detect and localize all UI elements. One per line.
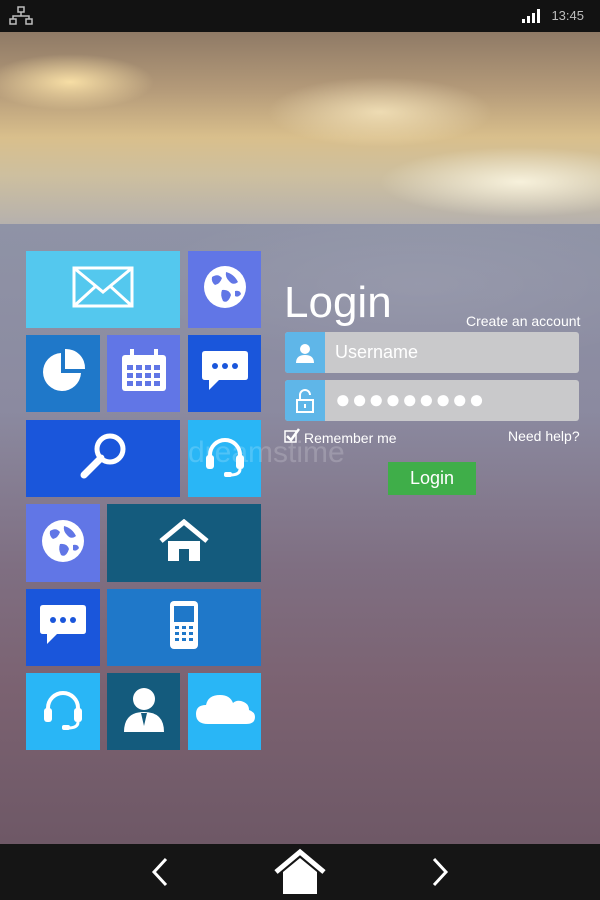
headset-icon (40, 686, 86, 737)
password-field[interactable]: ●●●●●●●●● (285, 380, 579, 421)
user-icon (122, 686, 166, 737)
password-value: ●●●●●●●●● (335, 384, 486, 414)
signal-icon (522, 9, 542, 26)
tile-chat[interactable] (188, 335, 261, 412)
home-icon (157, 518, 211, 568)
mobile-phone-icon (168, 599, 200, 656)
watermark: dreamstime (188, 436, 345, 469)
calendar-icon (120, 349, 168, 398)
tile-chat-2[interactable] (26, 589, 100, 666)
tile-support-2[interactable] (26, 673, 100, 750)
username-placeholder: Username (335, 342, 419, 362)
unlock-icon (285, 380, 325, 421)
tile-chart[interactable] (26, 335, 100, 412)
chat-icon (39, 603, 87, 652)
globe-icon (202, 264, 248, 315)
tile-globe[interactable] (188, 251, 261, 328)
username-field[interactable]: Username (285, 332, 579, 373)
header-background-photo (0, 32, 600, 224)
tile-calendar[interactable] (107, 335, 180, 412)
tile-user[interactable] (107, 673, 180, 750)
status-bar: 13:45 (0, 0, 600, 32)
globe-icon (40, 518, 86, 569)
home-icon[interactable] (270, 844, 330, 900)
user-icon (285, 332, 325, 373)
login-title: Login (284, 278, 392, 327)
search-icon (78, 431, 128, 486)
mail-icon (72, 266, 134, 313)
tile-cloud[interactable] (188, 673, 261, 750)
network-icon (8, 6, 34, 29)
need-help-link[interactable]: Need help? (508, 428, 580, 444)
tile-globe-2[interactable] (26, 504, 100, 582)
create-account-link[interactable]: Create an account (466, 313, 580, 329)
cloud-icon (194, 692, 256, 731)
back-chevron-icon[interactable] (140, 844, 180, 900)
tile-mail[interactable] (26, 251, 180, 328)
status-time: 13:45 (551, 8, 584, 23)
pie-chart-icon (39, 347, 87, 400)
chat-icon (201, 349, 249, 398)
tile-home[interactable] (107, 504, 261, 582)
tile-phone[interactable] (107, 589, 261, 666)
login-button[interactable]: Login (388, 462, 476, 495)
tile-search[interactable] (26, 420, 180, 497)
bottom-nav-bar (0, 844, 600, 900)
forward-chevron-icon[interactable] (420, 844, 460, 900)
